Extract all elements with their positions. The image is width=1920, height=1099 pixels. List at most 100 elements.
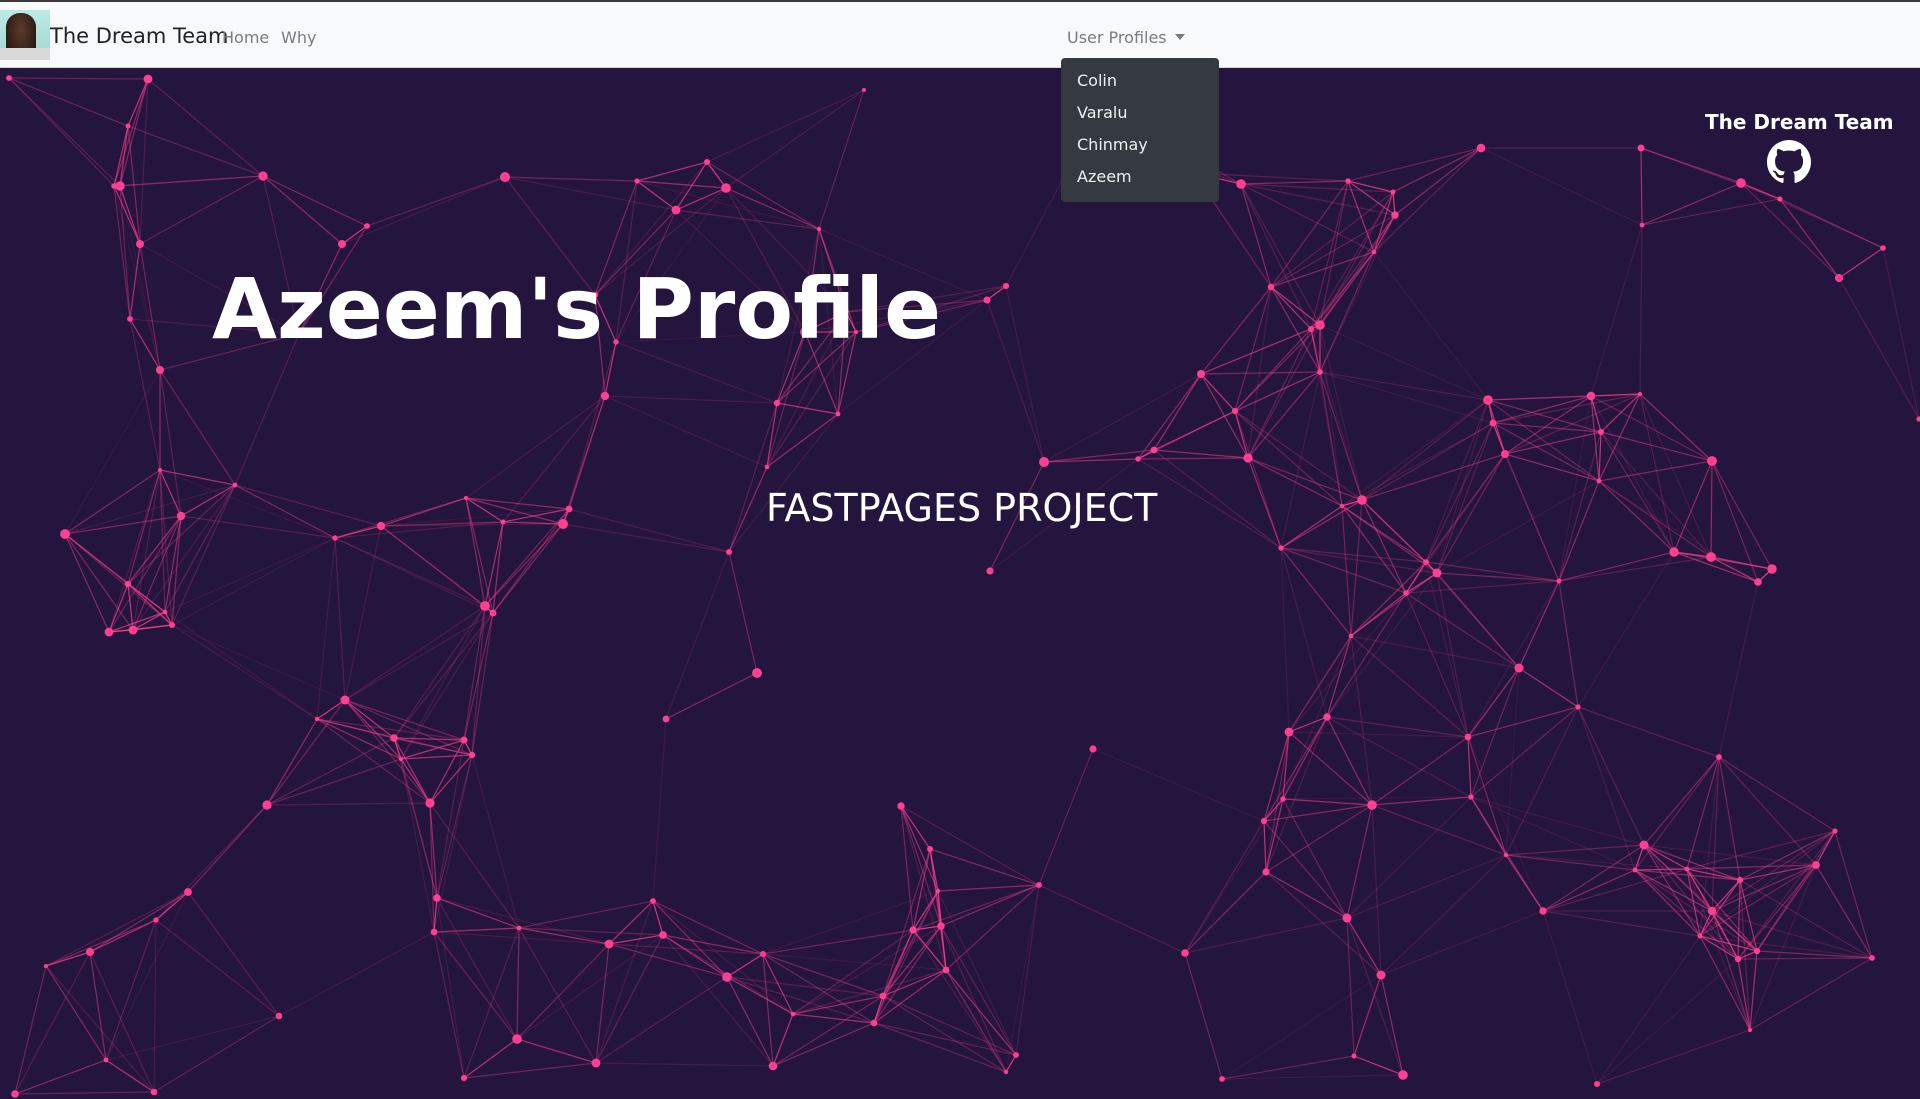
- network-node: [659, 931, 667, 939]
- network-node: [184, 888, 192, 896]
- github-icon[interactable]: [1767, 140, 1811, 184]
- network-link: [1436, 422, 1494, 574]
- network-link: [113, 78, 149, 187]
- network-link: [1341, 505, 1438, 574]
- network-link: [595, 976, 728, 1064]
- network-link: [665, 672, 758, 720]
- network-link: [1643, 756, 1720, 846]
- network-link: [1405, 592, 1469, 738]
- network-link: [132, 624, 173, 631]
- network-link: [1263, 820, 1348, 919]
- profile-item-chinmay[interactable]: Chinmay: [1061, 132, 1219, 164]
- network-node: [937, 922, 945, 930]
- network-link: [1641, 182, 1742, 226]
- network-link: [1710, 460, 1713, 558]
- network-node: [468, 751, 476, 759]
- network-link: [882, 925, 942, 997]
- network-link: [344, 699, 431, 804]
- brand-avatar[interactable]: [0, 10, 50, 60]
- user-profiles-dropdown[interactable]: User Profiles: [1067, 28, 1185, 47]
- network-link: [400, 605, 486, 760]
- network-link: [1425, 561, 1560, 582]
- network-node: [816, 226, 822, 232]
- network-node: [1013, 1052, 1019, 1058]
- network-link: [665, 551, 730, 720]
- network-link: [1598, 480, 1675, 553]
- network-link: [728, 466, 768, 553]
- caret-down-icon: [1174, 34, 1185, 40]
- network-link: [127, 125, 264, 177]
- hero-section: Azeem's Profile FASTPAGES PROJECT The Dr…: [0, 68, 1920, 1099]
- network-link: [1505, 844, 1645, 856]
- network-link: [1577, 706, 1645, 846]
- network-node: [176, 511, 186, 521]
- network-node: [500, 519, 506, 525]
- network-link: [155, 919, 280, 1017]
- network-node: [558, 519, 568, 529]
- profile-item-varalu[interactable]: Varalu: [1061, 100, 1219, 132]
- network-link: [562, 341, 617, 525]
- network-link: [945, 884, 1040, 971]
- network-link: [940, 884, 1040, 927]
- network-node: [1317, 369, 1323, 375]
- profile-item-azeem[interactable]: Azeem: [1061, 164, 1219, 196]
- network-link: [1641, 198, 1781, 226]
- network-node: [1916, 416, 1920, 422]
- network-link: [1184, 871, 1267, 954]
- network-link: [64, 515, 182, 535]
- network-link: [1247, 457, 1343, 507]
- network-link: [159, 469, 336, 539]
- network-node: [489, 609, 497, 617]
- network-link: [762, 953, 947, 971]
- network-link: [1598, 480, 1759, 583]
- network-link: [1718, 756, 1741, 881]
- brand-link[interactable]: The Dream Team: [50, 24, 229, 48]
- network-node: [128, 625, 138, 635]
- network-link: [1838, 277, 1920, 420]
- network-node: [332, 535, 338, 541]
- network-link: [1558, 480, 1600, 582]
- network-link: [1184, 798, 1284, 954]
- network-link: [1558, 580, 1579, 708]
- network-link: [1319, 371, 1489, 401]
- network-node: [1514, 663, 1524, 673]
- network-node: [162, 609, 168, 615]
- network-link: [1718, 581, 1759, 758]
- network-node: [986, 567, 994, 575]
- network-node: [1707, 906, 1717, 916]
- network-link: [1711, 460, 1759, 583]
- network-link: [234, 484, 336, 539]
- nav-why-link[interactable]: Why: [281, 28, 316, 47]
- network-node: [1716, 754, 1722, 760]
- network-node: [398, 756, 404, 762]
- network-link: [1673, 460, 1713, 553]
- network-node: [634, 178, 640, 184]
- network-link: [706, 161, 820, 230]
- network-node: [127, 316, 133, 322]
- avatar-shirt: [0, 48, 50, 60]
- network-link: [159, 369, 236, 486]
- network-node: [662, 715, 670, 723]
- network-link: [1518, 580, 1560, 669]
- user-profiles-label: User Profiles: [1067, 28, 1167, 47]
- network-link: [1184, 917, 1348, 954]
- network-link: [1310, 214, 1396, 330]
- nav-home-link[interactable]: Home: [222, 28, 269, 47]
- profile-item-colin[interactable]: Colin: [1061, 68, 1219, 100]
- network-link: [1737, 957, 1873, 960]
- network-link: [568, 508, 730, 553]
- network-node: [111, 183, 117, 189]
- network-link: [153, 919, 157, 1093]
- network-link: [484, 521, 504, 607]
- network-node: [752, 668, 762, 678]
- network-link: [1596, 935, 1701, 1085]
- network-link: [139, 243, 161, 371]
- network-node: [1598, 429, 1604, 435]
- network-link: [1184, 820, 1265, 954]
- network-link: [652, 900, 728, 978]
- network-link: [1600, 393, 1641, 433]
- network-node: [1734, 955, 1742, 963]
- network-node: [1280, 796, 1286, 802]
- network-node: [376, 521, 386, 531]
- network-node: [1089, 745, 1097, 753]
